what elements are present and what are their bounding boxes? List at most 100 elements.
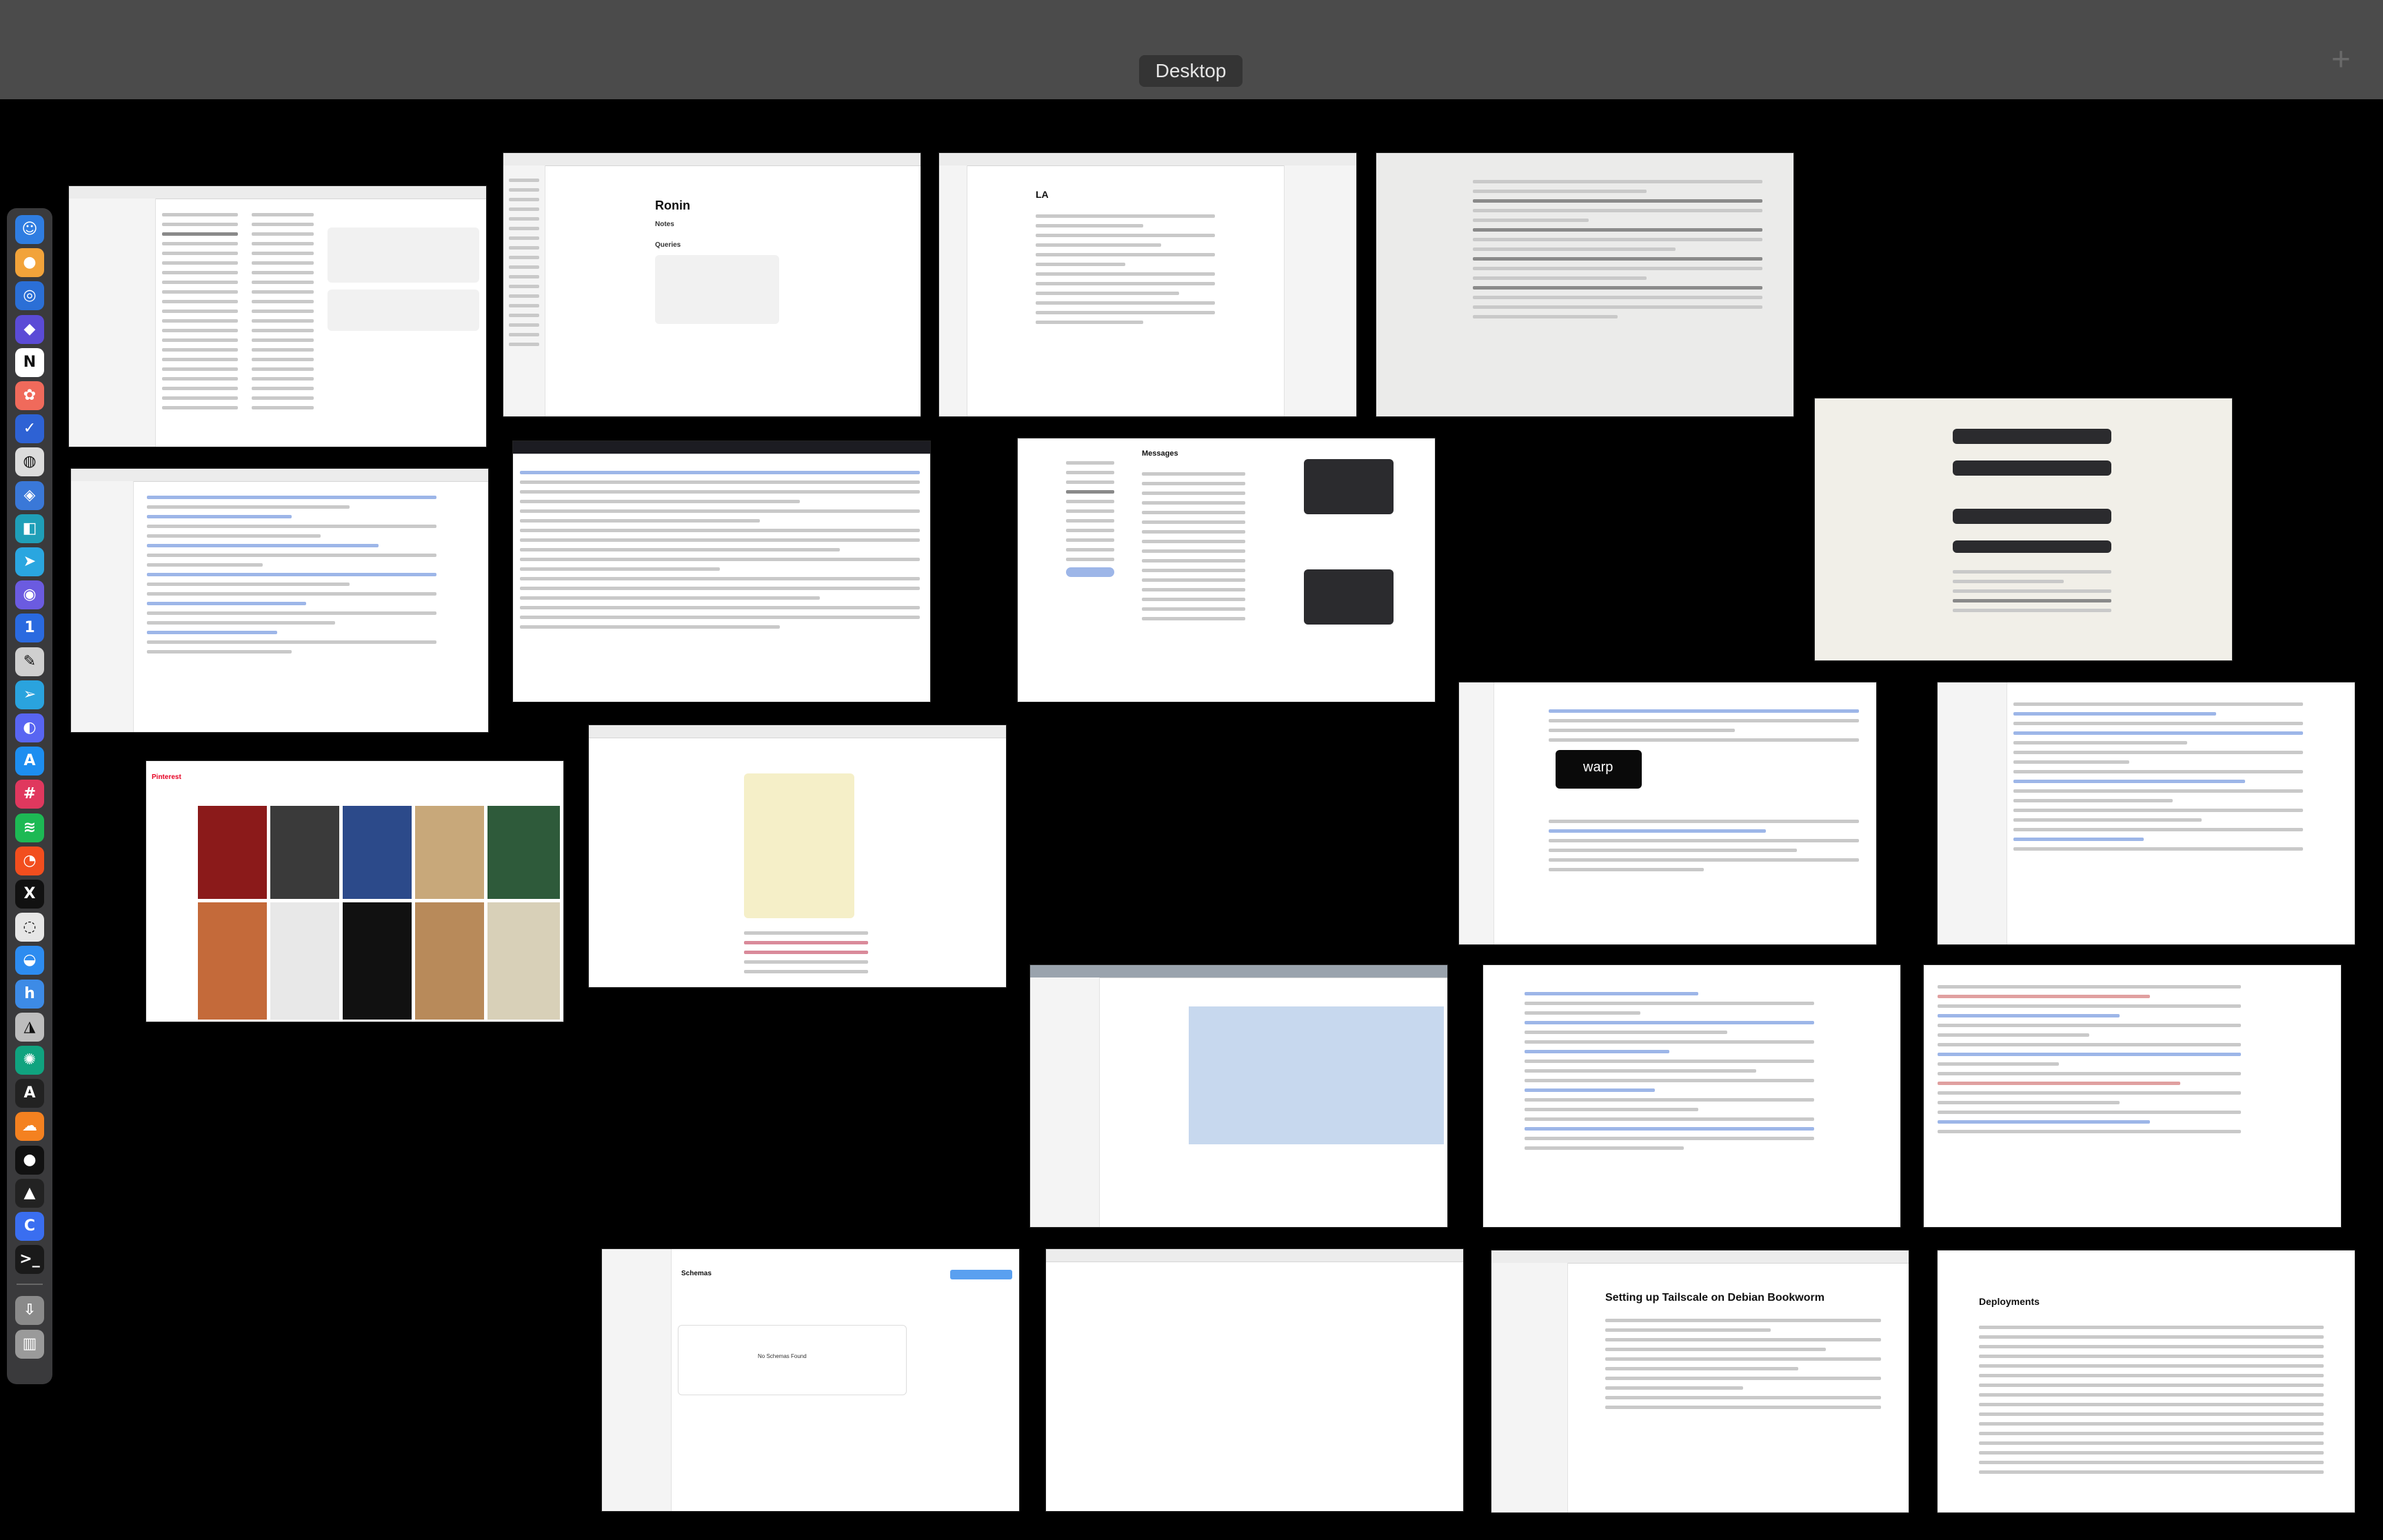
window-chat-document[interactable] [589,725,1006,987]
details-panel-2 [328,290,479,331]
window-schemas[interactable]: Schemas No Schemas Found [602,1249,1019,1511]
dock: ☺ ● ◎ ◆ N ✿ ✓ ◍ ◈ ◧ ➤ ◉ 1 ✎ ➢ ◐ A # ≋ ◔ X ◌ ◒ h ◮ ✺ A ☁ ● ▲ C >_ ⇩ ▥ [7,208,52,1384]
selected-rows [1189,1006,1444,1144]
app-mono-icon[interactable]: ◮ [15,1012,44,1042]
app-a-icon[interactable]: A [15,1079,44,1108]
window-pinterest[interactable]: Pinterest [146,761,563,1022]
window-file-browser[interactable] [69,186,486,447]
1password-icon[interactable]: 1 [15,614,44,643]
pin-image[interactable] [198,902,267,1020]
window-code-editor[interactable] [71,469,488,732]
window-code-editor-3[interactable] [1483,965,1900,1227]
pin-image[interactable] [343,902,412,1020]
x-icon[interactable]: X [15,880,44,909]
sidebar [1030,977,1100,1227]
window-titlebar [589,725,1006,738]
terminal-icon[interactable]: >_ [15,1245,44,1275]
pin-image[interactable] [198,806,267,899]
downloads-icon[interactable]: ⇩ [15,1296,44,1326]
app-violet-icon[interactable]: ◉ [15,580,44,610]
window-tailscale-docs[interactable]: Setting up Tailscale on Debian Bookworm [1491,1250,1909,1512]
window-dense-code[interactable] [513,441,930,702]
app-store-icon[interactable]: A [15,747,44,776]
code-lines [1938,979,2241,1139]
app-sphere-icon[interactable]: ◍ [15,447,44,477]
app-triangle-icon[interactable]: ▲ [15,1178,44,1208]
media-preview [1304,459,1394,514]
code-lines [147,489,436,660]
window-titlebar [1046,1249,1463,1262]
window-chat-warp[interactable]: warp [1459,682,1876,944]
app-orange-icon[interactable]: ● [15,248,44,278]
file-list-2 [252,207,314,416]
window-deployments[interactable]: Deployments [1938,1250,2355,1512]
window-chat-beige[interactable] [1815,398,2232,660]
window-spreadsheet[interactable] [1030,965,1447,1227]
pin-image[interactable] [415,806,484,899]
warp-banner-text: warp [1583,760,1613,775]
chat-messages-2 [1549,813,1859,878]
deployments-list [1979,1319,2324,1480]
file-tree [1938,682,2007,944]
details-panel [328,227,479,283]
window-titlebar [1491,1250,1909,1264]
article-title: Setting up Tailscale on Debian Bookworm [1605,1292,1824,1304]
schemas-title: Schemas [681,1270,712,1277]
space-desktop[interactable]: Desktop [1139,55,1243,87]
app-black-icon[interactable]: ● [15,1145,44,1175]
pin-image[interactable] [487,902,560,1020]
warp-banner: warp [1556,750,1642,789]
add-space-button[interactable]: + [2324,43,2358,77]
empty-state-text: No Schemas Found [758,1353,807,1359]
app-purple-icon[interactable]: ◆ [15,314,44,344]
inspector-panel [1284,165,1356,416]
chatgpt-icon[interactable]: ✺ [15,1046,44,1075]
conversation-list [1142,466,1245,627]
trash-icon[interactable]: ▥ [15,1329,44,1359]
window-titlebar [503,153,921,166]
file-list [162,207,238,416]
edge-icon[interactable]: ◒ [15,946,44,975]
window-ronin-notes[interactable]: Ronin Notes Queries [503,153,921,416]
window-titlebar [513,441,930,454]
window-la-notes[interactable]: LA [939,153,1356,416]
app-c-icon[interactable]: C [15,1212,44,1241]
pinterest-logo: Pinterest [152,773,181,781]
app-h-icon[interactable]: h [15,979,44,1009]
chat-content [1473,174,1762,325]
cloud-icon[interactable]: ☁ [15,1112,44,1142]
pin-image[interactable] [270,806,339,899]
window-sidebar [503,165,545,416]
pin-image[interactable] [270,902,339,1020]
finder-icon[interactable]: ☺ [15,215,44,244]
send-icon[interactable]: ➤ [15,547,44,576]
notion-icon[interactable]: N [15,347,44,377]
pin-image[interactable] [415,902,484,1020]
primary-button[interactable] [950,1270,1012,1279]
code-lines [2013,696,2303,857]
pin-image[interactable] [343,806,412,899]
window-blank-browser[interactable] [1046,1249,1463,1511]
telegram-icon[interactable]: ➢ [15,680,44,709]
figma-icon[interactable]: ◔ [15,846,44,875]
slack-icon[interactable]: # [15,780,44,809]
discord-icon[interactable]: ◐ [15,713,44,742]
window-chat-gray[interactable] [1376,153,1793,416]
window-code-editor-4[interactable] [1924,965,2341,1227]
article-body [1605,1313,1881,1415]
chat-text [1953,564,2111,618]
pin-image[interactable] [487,806,560,899]
window-code-right[interactable] [1938,682,2355,944]
tasks-icon[interactable]: ✓ [15,414,44,444]
x-nav [1066,455,1114,583]
app-white-icon[interactable]: ◌ [15,913,44,942]
code-snippet-2 [1953,460,2111,476]
chat-text [744,925,868,980]
app-teal-icon[interactable]: ◧ [15,514,44,543]
pen-icon[interactable]: ✎ [15,647,44,676]
window-x-messages[interactable]: Messages [1018,438,1435,702]
spotify-icon[interactable]: ≋ [15,813,44,842]
app-blue-icon[interactable]: ◈ [15,480,44,510]
safari-icon[interactable]: ◎ [15,281,44,311]
photos-icon[interactable]: ✿ [15,381,44,410]
